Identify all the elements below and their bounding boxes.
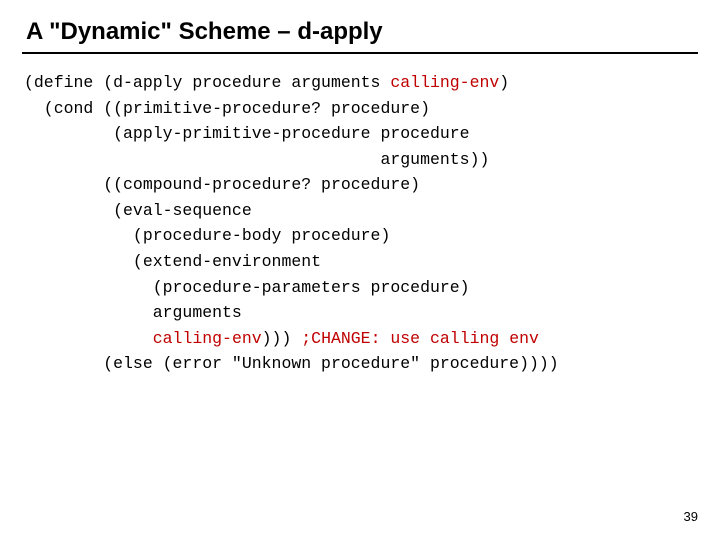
code-line-4: arguments)) [24, 150, 489, 169]
code-line-1b-highlight: calling-env [390, 73, 499, 92]
code-line-7: (procedure-body procedure) [24, 226, 390, 245]
code-line-5: ((compound-procedure? procedure) [24, 175, 420, 194]
code-line-2: (cond ((primitive-procedure? procedure) [24, 99, 430, 118]
code-line-9: (procedure-parameters procedure) [24, 278, 470, 297]
code-line-11d-comment: ;CHANGE: use calling env [301, 329, 539, 348]
code-line-10: arguments [24, 303, 242, 322]
code-line-12: (else (error "Unknown procedure" procedu… [24, 354, 559, 373]
code-line-11c: ))) [262, 329, 302, 348]
code-line-11a [24, 329, 153, 348]
code-line-6: (eval-sequence [24, 201, 252, 220]
slide-title: A "Dynamic" Scheme – d-apply [26, 18, 698, 46]
code-line-1c: ) [499, 73, 509, 92]
code-line-11b-highlight: calling-env [153, 329, 262, 348]
code-line-8: (extend-environment [24, 252, 321, 271]
title-rule [22, 52, 698, 54]
slide: A "Dynamic" Scheme – d-apply (define (d-… [0, 0, 720, 540]
code-line-1a: (define (d-apply procedure arguments [24, 73, 390, 92]
page-number: 39 [684, 509, 698, 524]
code-line-3: (apply-primitive-procedure procedure [24, 124, 470, 143]
code-block: (define (d-apply procedure arguments cal… [24, 70, 698, 377]
